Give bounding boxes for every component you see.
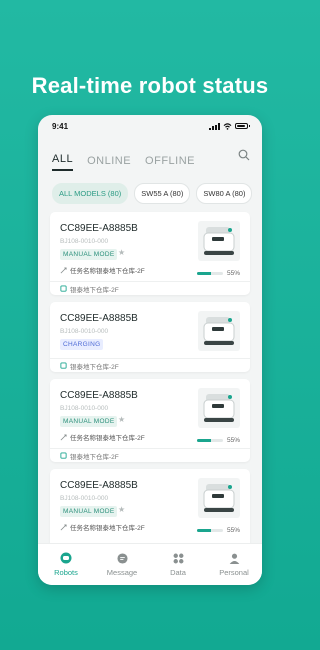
task-icon xyxy=(60,523,67,530)
message-icon xyxy=(116,552,128,564)
mode-badge: MANUAL MODE xyxy=(60,506,118,517)
status-bar: 9:41 xyxy=(38,115,262,137)
robot-image xyxy=(198,388,240,428)
wifi-icon xyxy=(223,122,232,130)
task-row: 任务名称银泰地下仓库-2F xyxy=(60,522,145,532)
location-name: 银泰地下仓库-2F xyxy=(70,453,119,461)
progress-bar xyxy=(196,439,223,442)
task-row: 任务名称银泰地下仓库-2F xyxy=(60,265,145,275)
search-icon[interactable] xyxy=(238,149,250,161)
robot-serial: BJ108-0010-000 xyxy=(60,328,109,335)
filter-sw80a[interactable]: SW80 A (80) xyxy=(196,183,253,204)
progress-label: 55% xyxy=(226,437,240,444)
robot-card[interactable]: CC89EE-A8885B BJ108-0010-000 MANUAL MODE… xyxy=(50,212,250,295)
tab-label: Personal xyxy=(219,567,249,577)
signal-icon xyxy=(209,122,220,130)
robot-list: CC89EE-A8885B BJ108-0010-000 MANUAL MODE… xyxy=(38,204,262,552)
tab-message[interactable]: Message xyxy=(94,544,150,585)
tab-data[interactable]: Data xyxy=(150,544,206,585)
location-row: 银泰地下仓库-2F xyxy=(50,281,250,295)
robot-icon xyxy=(60,552,72,564)
headline: Real-time robot status xyxy=(31,73,269,98)
tab-online[interactable]: ONLINE xyxy=(87,155,131,171)
task-name: 任务名称银泰地下仓库-2F xyxy=(70,525,145,532)
mode-badge: MANUAL MODE xyxy=(60,416,118,427)
robot-serial: BJ108-0010-000 xyxy=(60,495,109,502)
robot-card[interactable]: CC89EE-A8885B BJ108-0010-000 CHARGING 银泰… xyxy=(50,302,250,372)
robot-name: CC89EE-A8885B xyxy=(60,223,138,234)
robot-card[interactable]: CC89EE-A8885B BJ108-0010-000 MANUAL MODE… xyxy=(50,469,250,552)
status-icons xyxy=(209,122,250,130)
robot-image xyxy=(198,478,240,518)
filter-sw55a[interactable]: SW55 A (80) xyxy=(134,183,191,204)
tab-offline[interactable]: OFFLINE xyxy=(145,155,195,171)
person-icon xyxy=(229,553,239,564)
data-grid-icon xyxy=(173,553,183,563)
location-row: 银泰地下仓库-2F xyxy=(50,448,250,462)
filter-all-models[interactable]: ALL MODELS (80) xyxy=(52,183,129,204)
task-name: 任务名称银泰地下仓库-2F xyxy=(70,268,145,275)
robot-serial: BJ108-0010-000 xyxy=(60,238,109,245)
tab-label: Data xyxy=(170,567,186,577)
progress-bar xyxy=(196,272,223,275)
tab-label: Message xyxy=(106,567,138,577)
location-name: 银泰地下仓库-2F xyxy=(70,286,119,294)
robot-name: CC89EE-A8885B xyxy=(60,390,138,401)
progress-label: 55% xyxy=(226,527,240,534)
task-icon xyxy=(60,433,67,440)
phone-screen: 9:41 ALL ONLINE OFFLINE ALL MODELS (80) … xyxy=(38,115,262,585)
robot-name: CC89EE-A8885B xyxy=(60,480,138,491)
star-icon[interactable]: ★ xyxy=(118,248,125,257)
location-icon xyxy=(60,452,67,459)
progress-label: 55% xyxy=(226,270,240,277)
star-icon[interactable]: ★ xyxy=(118,415,125,424)
tab-personal[interactable]: Personal xyxy=(206,544,262,585)
location-icon xyxy=(60,285,67,292)
robot-serial: BJ108-0010-000 xyxy=(60,405,109,412)
tab-label: Robots xyxy=(54,568,78,577)
mode-badge: CHARGING xyxy=(60,339,104,350)
robot-image xyxy=(198,311,240,351)
mode-badge: MANUAL MODE xyxy=(60,249,118,260)
task-name: 任务名称银泰地下仓库-2F xyxy=(70,435,145,442)
status-tabs: ALL ONLINE OFFLINE xyxy=(38,137,262,171)
progress: 55% xyxy=(196,270,240,277)
tab-all[interactable]: ALL xyxy=(52,153,74,171)
robot-image xyxy=(198,221,240,261)
progress: 55% xyxy=(196,437,240,444)
battery-icon xyxy=(235,123,250,129)
progress: 55% xyxy=(196,527,240,534)
status-time: 9:41 xyxy=(52,121,69,131)
model-filters: ALL MODELS (80) SW55 A (80) SW80 A (80) xyxy=(38,171,262,204)
task-row: 任务名称银泰地下仓库-2F xyxy=(60,432,145,442)
location-name: 银泰地下仓库-2F xyxy=(70,363,119,371)
star-icon[interactable]: ★ xyxy=(118,505,125,514)
location-icon xyxy=(60,362,67,369)
tab-robots[interactable]: Robots xyxy=(38,544,94,585)
progress-bar xyxy=(196,529,223,532)
robot-card[interactable]: CC89EE-A8885B BJ108-0010-000 MANUAL MODE… xyxy=(50,379,250,462)
task-icon xyxy=(60,266,67,273)
robot-name: CC89EE-A8885B xyxy=(60,313,138,324)
bottom-tab-bar: Robots Message Data Personal xyxy=(38,543,262,585)
location-row: 银泰地下仓库-2F xyxy=(50,358,250,372)
